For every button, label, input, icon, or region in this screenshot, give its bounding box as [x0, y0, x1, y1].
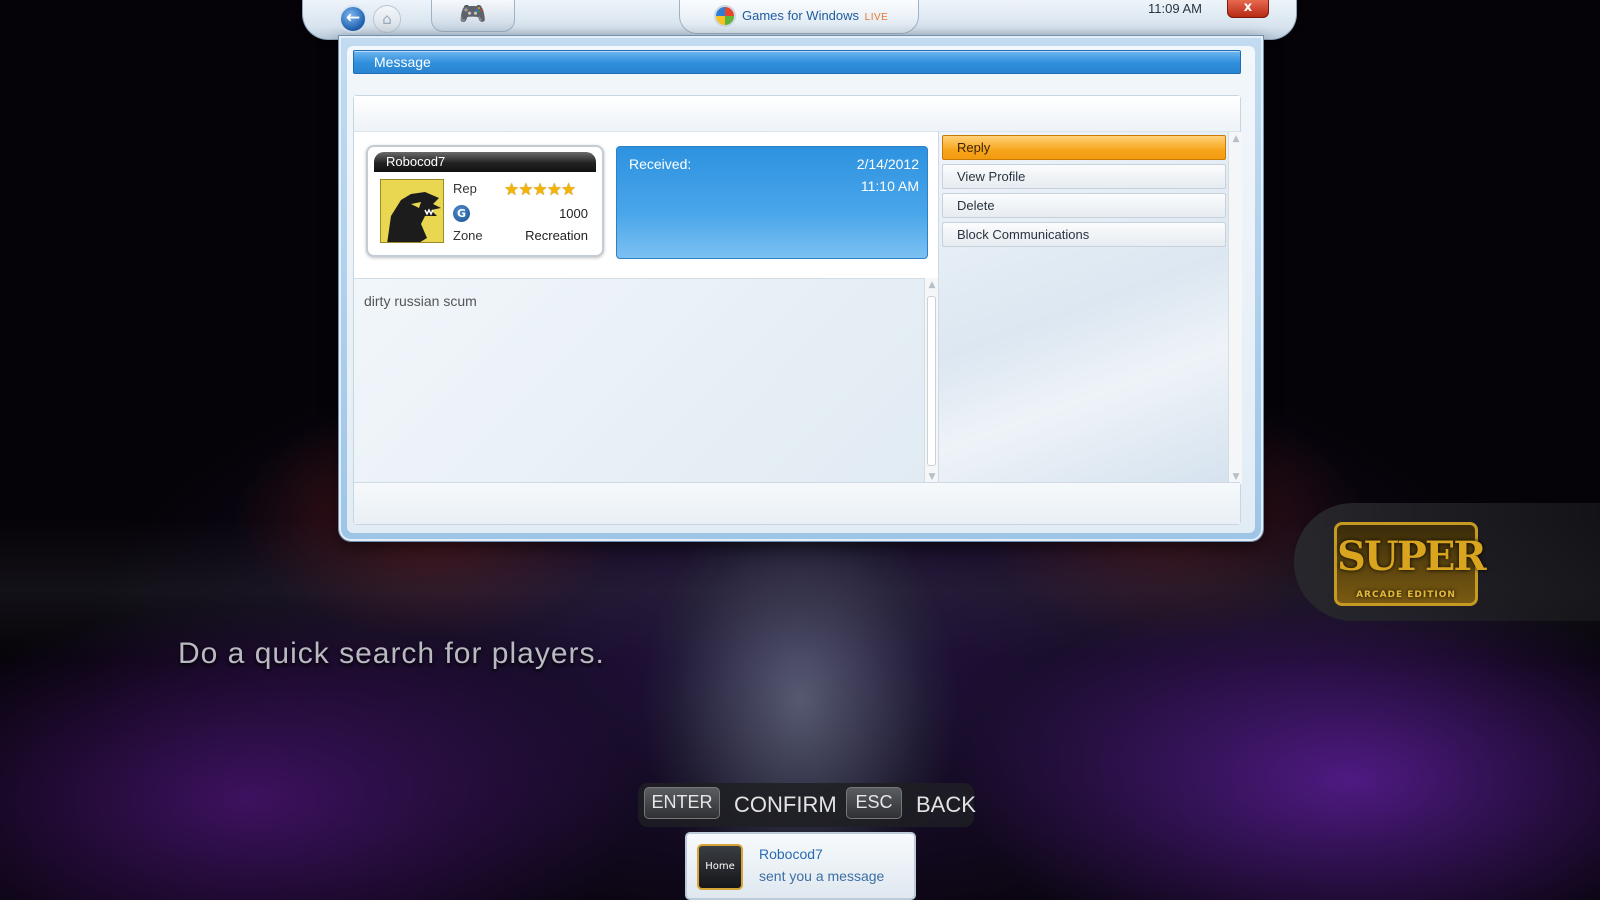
back-label: BACK	[916, 792, 976, 817]
gamepad-icon: 🎮	[459, 2, 487, 27]
close-button[interactable]: x	[1227, 0, 1269, 18]
message-body[interactable]: dirty russian scum	[354, 278, 924, 484]
games-for-windows-tab[interactable]: Games for Windows LIVE	[679, 0, 919, 34]
scroll-thumb[interactable]	[927, 296, 936, 466]
confirm-label: CONFIRM	[734, 792, 837, 817]
gamerscore-value: 1000	[559, 206, 588, 221]
brand-label: Games for Windows LIVE	[742, 8, 888, 23]
menu-scroll-up-icon[interactable]: ▲	[1229, 132, 1243, 146]
brand-name: Games for Windows	[742, 8, 860, 23]
message-title-bar: Message	[353, 50, 1241, 74]
gamertag: Robocod7	[374, 152, 596, 172]
guide-top-bar: ← ⌂ 🎮 Games for Windows LIVE 11:09 AM x	[302, 0, 1297, 40]
view-profile-button[interactable]: View Profile	[942, 164, 1226, 189]
delete-button[interactable]: Delete	[942, 193, 1226, 218]
brand-live: LIVE	[864, 12, 889, 23]
action-menu: Reply View Profile Delete Block Communic…	[938, 132, 1228, 484]
panel-footer	[354, 482, 1240, 524]
home-key-icon: Home	[697, 844, 743, 890]
rep-stars-icon: ★★★★★	[504, 180, 576, 200]
game-logo: SUPER ARCADE EDITION	[1334, 522, 1487, 606]
block-communications-button[interactable]: Block Communications	[942, 222, 1226, 247]
message-panel: Robocod7 Rep ★★★★★ G 1000 Zone Recreatio…	[353, 95, 1242, 525]
message-notification[interactable]: Home Robocod7 sent you a message	[685, 832, 916, 900]
received-label: Received:	[629, 156, 692, 172]
received-info: Received: 2/14/2012 11:10 AM	[616, 146, 928, 259]
back-arrow-icon[interactable]: ←	[339, 5, 367, 33]
avatar	[380, 179, 444, 243]
message-text: dirty russian scum	[364, 293, 477, 309]
windows-orb-icon	[714, 5, 736, 27]
message-window: Message Robocod7 Rep ★★★★★ G 1000 Zone R…	[339, 36, 1263, 541]
enter-key[interactable]: ENTER	[644, 787, 720, 819]
scroll-up-icon[interactable]: ▲	[925, 278, 939, 292]
notification-sender: Robocod7	[759, 846, 823, 862]
reply-button[interactable]: Reply	[942, 135, 1226, 160]
zone-label: Zone	[453, 228, 483, 243]
notification-text: sent you a message	[759, 868, 885, 884]
menu-scrollbar[interactable]: ▲ ▼	[1228, 132, 1242, 484]
menu-hint-text: Do a quick search for players.	[178, 637, 605, 670]
clock: 11:09 AM	[1148, 1, 1202, 16]
controller-tab[interactable]: 🎮	[431, 0, 515, 32]
received-date: 2/14/2012	[856, 156, 919, 172]
page-title: Message	[374, 54, 431, 70]
zone-value: Recreation	[525, 228, 588, 243]
message-scrollbar[interactable]: ▲ ▼	[924, 278, 938, 484]
key-prompt-bar: ENTER CONFIRM ESC BACK	[638, 783, 976, 827]
gamerscore-icon: G	[453, 205, 470, 222]
logo-text: SUPER	[1337, 533, 1487, 580]
panel-header	[354, 96, 1240, 132]
dragon-avatar-icon	[381, 180, 443, 242]
home-icon[interactable]: ⌂	[373, 5, 401, 33]
window-content: Message Robocod7 Rep ★★★★★ G 1000 Zone R…	[347, 46, 1255, 533]
received-time: 11:10 AM	[860, 178, 919, 194]
logo-subtext: ARCADE EDITION	[1356, 590, 1456, 600]
gamer-card[interactable]: Robocod7 Rep ★★★★★ G 1000 Zone Recreatio…	[366, 145, 604, 257]
esc-key[interactable]: ESC	[846, 787, 902, 819]
rep-label: Rep	[453, 181, 477, 196]
